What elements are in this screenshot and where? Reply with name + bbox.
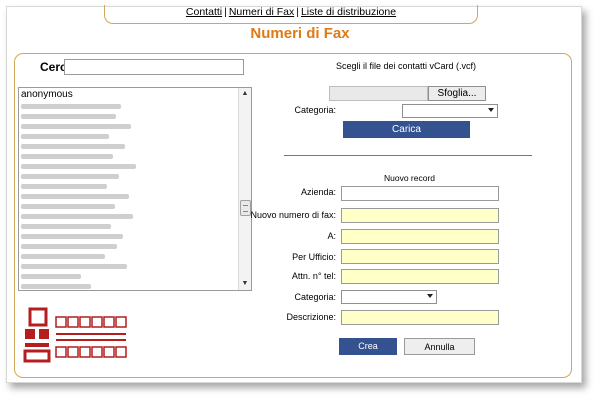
contact-item[interactable] xyxy=(21,161,237,171)
contact-item[interactable] xyxy=(21,281,237,290)
contact-item[interactable] xyxy=(21,211,237,221)
contact-item[interactable] xyxy=(21,181,237,191)
nav-liste-link[interactable]: Liste di distribuzione xyxy=(301,6,396,18)
obscured-contact-name xyxy=(21,264,127,269)
obscured-contact-name xyxy=(21,234,123,239)
obscured-contact-name xyxy=(21,104,121,109)
contact-item[interactable] xyxy=(21,171,237,181)
contact-item[interactable] xyxy=(21,141,237,151)
obscured-contact-name xyxy=(21,254,105,259)
obscured-contact-name xyxy=(21,204,115,209)
contact-item[interactable] xyxy=(21,101,237,111)
obscured-contact-name xyxy=(21,274,81,279)
obscured-contact-name xyxy=(21,184,107,189)
categoria-select[interactable] xyxy=(341,290,437,304)
contact-item[interactable] xyxy=(21,251,237,261)
obscured-contact-name xyxy=(21,224,111,229)
obscured-contact-name xyxy=(21,244,117,249)
search-input[interactable] xyxy=(64,59,244,75)
top-navigation: Contatti | Numeri di Fax | Liste di distribu… xyxy=(104,5,478,24)
dropdown-caret-icon xyxy=(488,108,494,112)
obscured-contact-name xyxy=(21,164,136,169)
contact-item[interactable] xyxy=(21,201,237,211)
new-record-heading: Nuovo record xyxy=(384,173,436,183)
descrizione-label: Descrizione: xyxy=(286,312,336,322)
nav-contatti-link[interactable]: Contatti xyxy=(186,6,222,18)
contact-item[interactable] xyxy=(21,241,237,251)
fax-number-field[interactable] xyxy=(341,208,499,223)
contact-item[interactable] xyxy=(21,151,237,161)
vcard-import-label: Scegli il file dei contatti vCard (.vcf) xyxy=(336,61,477,71)
annulla-button[interactable]: Annulla xyxy=(404,338,475,355)
contact-item[interactable] xyxy=(21,271,237,281)
obscured-contact-name xyxy=(21,194,129,199)
contact-item[interactable] xyxy=(21,191,237,201)
a-label: A: xyxy=(327,231,336,241)
azienda-label: Azienda: xyxy=(300,187,336,197)
nav-separator: | xyxy=(296,6,299,18)
dropdown-caret-icon xyxy=(427,294,433,298)
contacts-list: anonymous xyxy=(19,88,237,290)
obscured-contact-name xyxy=(21,154,113,159)
obscured-contact-name xyxy=(21,134,109,139)
nav-separator: | xyxy=(224,6,227,18)
crea-button[interactable]: Crea xyxy=(339,338,397,355)
contact-item[interactable] xyxy=(21,121,237,131)
descrizione-field[interactable] xyxy=(341,310,499,325)
attn-field[interactable] xyxy=(341,269,499,284)
categoria-label: Categoria: xyxy=(294,292,336,302)
obscured-contact-name xyxy=(21,144,125,149)
import-categoria-label: Categoria: xyxy=(294,105,336,115)
vcard-file-input[interactable] xyxy=(329,86,428,101)
browse-button[interactable]: Sfoglia... xyxy=(428,86,486,101)
contact-item[interactable] xyxy=(21,131,237,141)
obscured-contact-name xyxy=(21,284,91,289)
contact-item[interactable]: anonymous xyxy=(21,89,237,101)
obscured-contact-name xyxy=(21,114,116,119)
carica-button[interactable]: Carica xyxy=(343,121,470,138)
fax-number-label: Nuovo numero di fax: xyxy=(250,210,336,220)
contact-item[interactable] xyxy=(21,111,237,121)
import-categoria-select[interactable] xyxy=(402,104,498,118)
azienda-field[interactable] xyxy=(341,186,499,201)
logo-icon xyxy=(23,307,127,363)
nav-numeri-fax-link[interactable]: Numeri di Fax xyxy=(229,6,294,18)
divider xyxy=(284,155,532,156)
contact-item[interactable] xyxy=(21,231,237,241)
obscured-contact-name xyxy=(21,214,133,219)
attn-label: Attn. n° tel: xyxy=(291,271,336,281)
a-field[interactable] xyxy=(341,229,499,244)
obscured-contact-name xyxy=(21,124,131,129)
ufficio-label: Per Ufficio: xyxy=(292,252,336,262)
scroll-up-icon[interactable]: ▲ xyxy=(239,88,251,100)
contact-item[interactable] xyxy=(21,221,237,231)
ufficio-field[interactable] xyxy=(341,249,499,264)
obscured-contact-name xyxy=(21,174,119,179)
contact-item[interactable] xyxy=(21,261,237,271)
page-title: Numeri di Fax xyxy=(250,25,350,42)
